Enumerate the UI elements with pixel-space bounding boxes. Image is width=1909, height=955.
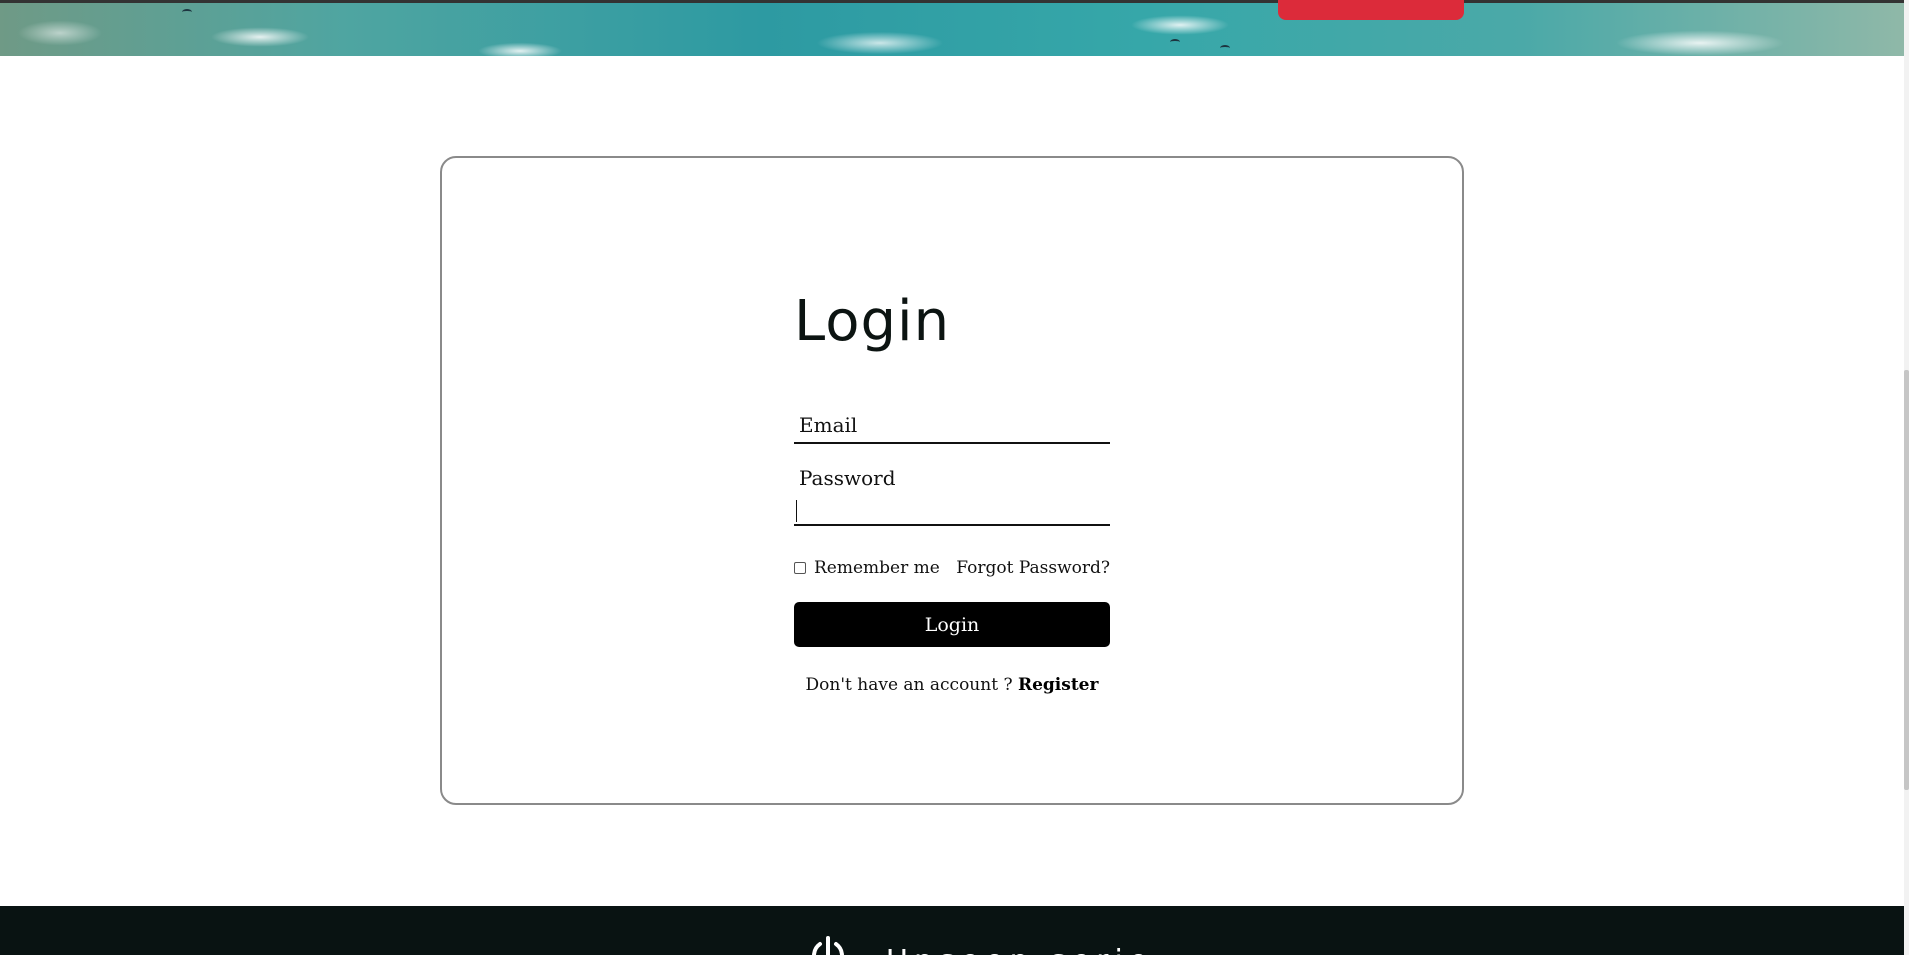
- login-title: Login: [794, 289, 951, 354]
- footer-brand-text: Unseen serie: [886, 944, 1153, 955]
- email-field-wrapper: [794, 402, 1110, 444]
- remember-me-checkbox[interactable]: [794, 562, 806, 574]
- register-prompt-line: Don't have an account ? Register: [794, 675, 1110, 695]
- remember-forgot-row: Remember me Forgot Password?: [794, 558, 1110, 578]
- power-icon: [812, 936, 844, 955]
- site-footer: Unseen serie: [0, 906, 1904, 955]
- email-field[interactable]: [794, 410, 1110, 440]
- bird-icon: [182, 9, 192, 15]
- bird-icon: [1220, 45, 1230, 51]
- remember-me-label: Remember me: [814, 558, 940, 578]
- login-form: Login Password Remember me Forgot Passwo…: [794, 290, 1110, 695]
- page-scrollbar[interactable]: [1904, 0, 1909, 955]
- hero-banner: [0, 0, 1904, 56]
- bird-icon: [1170, 39, 1180, 45]
- register-prompt-text: Don't have an account ?: [805, 675, 1018, 695]
- forgot-password-link[interactable]: Forgot Password?: [956, 558, 1110, 578]
- remember-me-option[interactable]: Remember me: [794, 558, 940, 578]
- password-field[interactable]: [794, 496, 1110, 524]
- register-link[interactable]: Register: [1018, 675, 1098, 695]
- text-cursor: [796, 500, 797, 522]
- password-field-wrapper: Password: [794, 458, 1110, 526]
- scrollbar-thumb[interactable]: [1904, 370, 1909, 790]
- password-label: Password: [799, 466, 896, 490]
- login-button[interactable]: Login: [794, 602, 1110, 647]
- banner-action-button[interactable]: [1278, 0, 1464, 20]
